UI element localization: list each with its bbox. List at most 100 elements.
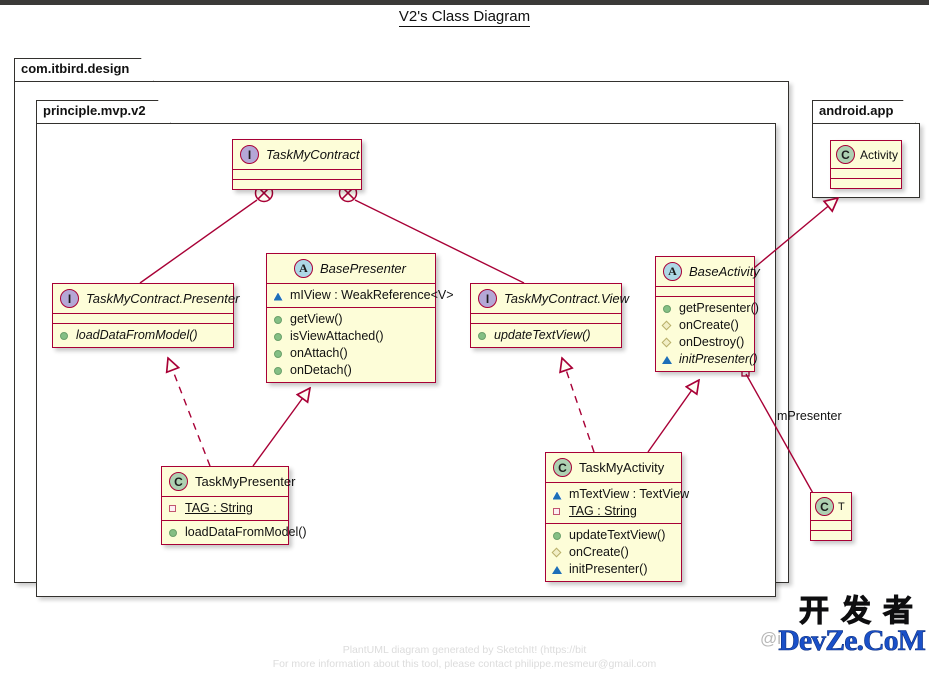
- class-name: TaskMyContract.View: [504, 291, 629, 306]
- member-label: onAttach(): [290, 346, 348, 360]
- relation-nesting-presenter: [139, 183, 274, 284]
- class-member-row: updateTextView(): [477, 327, 615, 344]
- class-member-row: TAG : String: [168, 500, 282, 517]
- class-name: TaskMyPresenter: [195, 474, 296, 489]
- class-fields-section: mTextView : TextView TAG : String: [546, 483, 689, 524]
- public-visibility-icon: [273, 331, 284, 342]
- watermark-cn-text: 开发者: [799, 594, 925, 629]
- class-fields-section: [831, 169, 901, 179]
- member-label: updateTextView(): [569, 528, 666, 542]
- class-box-base-presenter[interactable]: A BasePresenter mIView : WeakReference<V…: [266, 253, 454, 383]
- package-visibility-icon: [662, 320, 673, 331]
- class-name: BaseActivity: [689, 264, 760, 279]
- class-header: I TaskMyContract.Presenter: [53, 284, 239, 314]
- class-icon: C: [836, 145, 855, 164]
- class-header: A BaseActivity: [656, 257, 760, 287]
- class-member-row: updateTextView(): [552, 527, 675, 544]
- member-label: mIView : WeakReference<V>: [290, 288, 454, 302]
- relation-extends-activity: [753, 198, 838, 269]
- member-label: onCreate(): [569, 545, 629, 559]
- class-member-row: mTextView : TextView: [552, 486, 689, 503]
- class-header: C T: [811, 493, 851, 521]
- protected-visibility-icon: [273, 290, 284, 301]
- public-visibility-icon: [273, 348, 284, 359]
- class-box-type-param-t[interactable]: C T: [810, 492, 852, 541]
- relation-implements-view: [562, 358, 595, 453]
- class-fields-section: [53, 314, 233, 324]
- class-methods-section: [233, 180, 361, 189]
- member-label: TAG : String: [569, 504, 637, 518]
- interface-icon: I: [60, 289, 79, 308]
- class-header: A BasePresenter: [267, 254, 435, 284]
- class-header: C TaskMyActivity: [546, 453, 681, 483]
- relation-extends-base-presenter: [252, 388, 310, 467]
- class-fields-section: [471, 314, 621, 324]
- class-box-task-my-contract[interactable]: I TaskMyContract: [232, 139, 362, 190]
- interface-icon: I: [478, 289, 497, 308]
- member-label: updateTextView(): [494, 328, 591, 342]
- class-icon: C: [169, 472, 188, 491]
- class-methods-section: updateTextView(): [471, 324, 621, 347]
- class-member-row: onCreate(): [552, 544, 675, 561]
- package-visibility-icon: [552, 547, 563, 558]
- class-fields-section: [656, 287, 754, 297]
- class-box-task-my-contract-presenter[interactable]: I TaskMyContract.Presenter loadDataFromM…: [52, 283, 239, 348]
- class-header: I TaskMyContract.View: [471, 284, 629, 314]
- member-label: mTextView : TextView: [569, 487, 690, 501]
- public-visibility-icon: [273, 314, 284, 325]
- member-label: onCreate(): [679, 318, 739, 332]
- class-member-row: onDetach(): [273, 362, 429, 379]
- class-member-row: getView(): [273, 311, 429, 328]
- class-fields-section: mIView : WeakReference<V>: [267, 284, 454, 308]
- relation-implements-presenter: [168, 358, 211, 467]
- class-box-base-activity[interactable]: A BaseActivity getPresenter() onCreate()…: [655, 256, 760, 372]
- class-name: Activity: [860, 147, 899, 162]
- class-member-row: onDestroy(): [662, 334, 748, 351]
- class-fields-section: [233, 170, 361, 180]
- class-member-row: isViewAttached(): [273, 328, 429, 345]
- class-member-row: loadDataFromModel(): [168, 524, 307, 541]
- public-visibility-icon: [552, 530, 563, 541]
- class-fields-section: TAG : String: [162, 497, 288, 521]
- class-member-row: loadDataFromModel(): [59, 327, 227, 344]
- member-label: getPresenter(): [679, 301, 759, 315]
- class-member-row: mIView : WeakReference<V>: [273, 287, 454, 304]
- class-methods-section: loadDataFromModel(): [162, 521, 307, 544]
- class-member-row: initPresenter(): [552, 561, 675, 578]
- member-label: TAG : String: [185, 501, 253, 515]
- class-box-task-my-contract-view[interactable]: I TaskMyContract.View updateTextView(): [470, 283, 629, 348]
- class-box-task-my-activity[interactable]: C TaskMyActivity mTextView : TextView TA…: [545, 452, 689, 582]
- class-member-row: onCreate(): [662, 317, 748, 334]
- class-member-row: initPresenter(): [662, 351, 758, 368]
- member-label: getView(): [290, 312, 343, 326]
- class-header: C TaskMyPresenter: [162, 467, 295, 497]
- interface-icon: I: [240, 145, 259, 164]
- protected-visibility-icon: [552, 564, 563, 575]
- member-label: onDetach(): [290, 363, 352, 377]
- class-name: TaskMyContract.Presenter: [86, 291, 240, 306]
- class-name: T: [838, 500, 845, 513]
- public-visibility-icon: [273, 365, 284, 376]
- private-visibility-icon: [552, 506, 563, 517]
- protected-visibility-icon: [552, 489, 563, 500]
- class-fields-section: [811, 521, 851, 531]
- member-label: loadDataFromModel(): [76, 328, 198, 342]
- class-header: I TaskMyContract: [233, 140, 361, 170]
- relation-extends-base-activity: [647, 380, 699, 453]
- class-name: TaskMyContract: [266, 147, 360, 162]
- watermark: 开发者 DevZe.CoM: [778, 594, 926, 656]
- class-member-row: getPresenter(): [662, 300, 759, 317]
- class-name: BasePresenter: [320, 261, 406, 276]
- class-box-task-my-presenter[interactable]: C TaskMyPresenter TAG : String loadDataF…: [161, 466, 307, 545]
- package-visibility-icon: [662, 337, 673, 348]
- class-header: C Activity: [831, 141, 901, 169]
- public-visibility-icon: [662, 303, 673, 314]
- abstract-icon: A: [294, 259, 313, 278]
- class-methods-section: [831, 179, 901, 188]
- class-methods-section: [811, 531, 851, 540]
- public-visibility-icon: [59, 330, 70, 341]
- member-label: initPresenter(): [569, 562, 648, 576]
- class-member-row: onAttach(): [273, 345, 429, 362]
- member-label: loadDataFromModel(): [185, 525, 307, 539]
- class-box-activity[interactable]: C Activity: [830, 140, 902, 189]
